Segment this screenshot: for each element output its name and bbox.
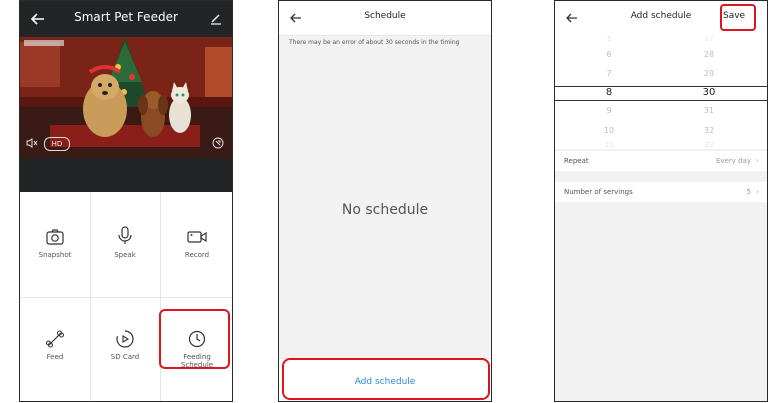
play-circle-icon [115, 329, 135, 349]
chevron-right-icon: › [755, 156, 759, 165]
servings-value: 5 [746, 188, 751, 196]
minute-option[interactable]: 33 [689, 141, 729, 149]
add-schedule-screen: Add schedule Save 5 6 7 8 9 10 11 27 28 … [554, 0, 768, 402]
minute-option[interactable]: 28 [689, 50, 729, 59]
edit-icon[interactable] [206, 9, 226, 29]
feed-label: Feed [46, 353, 64, 361]
fullscreen-icon[interactable] [210, 135, 226, 151]
snapshot-button[interactable]: Snapshot [20, 192, 90, 297]
camera-icon [45, 227, 65, 247]
snapshot-label: Snapshot [38, 251, 72, 259]
timing-warning: There may be an error of about 30 second… [289, 39, 460, 46]
speaker-mute-icon[interactable] [24, 135, 40, 151]
servings-label: Number of servings [564, 188, 633, 196]
video-record-icon [187, 227, 207, 247]
page-title: Smart Pet Feeder [74, 10, 178, 24]
hour-option[interactable]: 7 [589, 69, 629, 78]
live-video-feed[interactable]: HD [20, 37, 232, 158]
servings-row[interactable]: Number of servings 5 › [555, 182, 767, 202]
hd-toggle[interactable]: HD [44, 137, 70, 151]
time-picker[interactable]: 5 6 7 8 9 10 11 27 28 29 30 31 32 33 [555, 35, 767, 149]
selection-line-top [555, 86, 767, 87]
bone-icon [45, 329, 65, 349]
hour-option[interactable]: 5 [589, 35, 629, 43]
sd-card-label: SD Card [110, 353, 140, 361]
speak-button[interactable]: Speak [90, 192, 160, 297]
selection-line-bottom [555, 100, 767, 101]
hour-option[interactable]: 9 [589, 106, 629, 115]
empty-state-text: No schedule [341, 202, 429, 218]
record-button[interactable]: Record [160, 192, 232, 297]
highlight-save [720, 4, 756, 31]
record-label: Record [184, 251, 210, 259]
minute-option[interactable]: 29 [689, 69, 729, 78]
highlight-feeding-schedule [159, 309, 230, 369]
minute-option[interactable]: 31 [689, 106, 729, 115]
repeat-value: Every day [716, 157, 751, 165]
video-controls-band [20, 158, 232, 192]
repeat-label: Repeat [564, 157, 589, 165]
sd-card-button[interactable]: SD Card [90, 297, 160, 401]
minute-option[interactable]: 32 [689, 126, 729, 135]
hour-option[interactable]: 6 [589, 50, 629, 59]
highlight-add-schedule [282, 358, 490, 400]
minute-option[interactable]: 27 [689, 35, 729, 43]
microphone-icon [115, 225, 135, 245]
top-bar: Smart Pet Feeder [20, 1, 232, 37]
minute-selected[interactable]: 30 [689, 87, 729, 98]
schedule-screen: Schedule There may be an error of about … [278, 0, 492, 402]
repeat-row[interactable]: Repeat Every day › [555, 151, 767, 171]
page-title: Schedule [364, 11, 406, 21]
hour-option[interactable]: 10 [589, 126, 629, 135]
speak-label: Speak [114, 251, 136, 259]
top-bar: Schedule [279, 1, 491, 36]
hour-selected[interactable]: 8 [589, 87, 629, 98]
hour-option[interactable]: 11 [589, 141, 629, 149]
chevron-right-icon: › [755, 187, 759, 196]
feed-button[interactable]: Feed [20, 297, 90, 401]
